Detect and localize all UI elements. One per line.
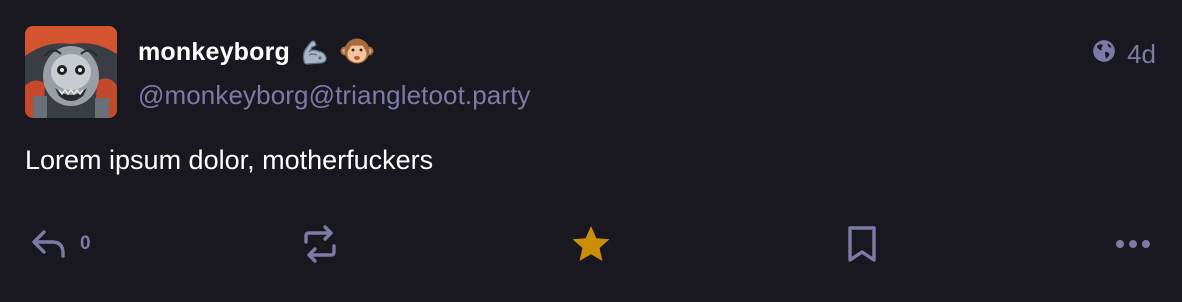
reply-count: 0 bbox=[80, 233, 91, 254]
reply-button[interactable]: 0 bbox=[30, 220, 91, 268]
reply-icon bbox=[30, 228, 68, 260]
status-card: monkeyborg @monkeyborg@triangletoot.part… bbox=[0, 0, 1182, 302]
repeat-icon bbox=[302, 224, 338, 264]
more-button[interactable] bbox=[1114, 220, 1152, 268]
bookmark-button[interactable] bbox=[846, 220, 878, 268]
more-icon bbox=[1114, 238, 1152, 250]
globe-icon bbox=[1091, 38, 1117, 71]
display-name[interactable]: monkeyborg bbox=[138, 32, 374, 72]
status-meta: 4d bbox=[1091, 38, 1156, 71]
bookmark-icon bbox=[846, 224, 878, 264]
account-handle[interactable]: @monkeyborg@triangletoot.party bbox=[138, 80, 531, 111]
monkey-face-emoji-icon bbox=[340, 35, 374, 69]
boost-button[interactable] bbox=[302, 220, 338, 268]
avatar[interactable] bbox=[25, 26, 117, 118]
favourite-button[interactable] bbox=[570, 220, 612, 268]
display-name-text: monkeyborg bbox=[138, 37, 291, 66]
status-content: Lorem ipsum dolor, motherfuckers bbox=[25, 145, 434, 175]
star-icon bbox=[570, 224, 612, 264]
mechanical-arm-emoji-icon bbox=[298, 35, 332, 69]
relative-time[interactable]: 4d bbox=[1127, 39, 1156, 70]
